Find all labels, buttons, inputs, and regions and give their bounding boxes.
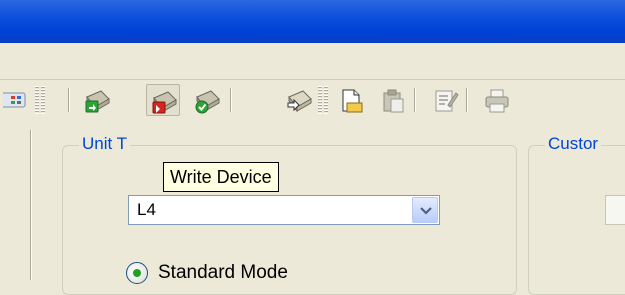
unit-type-select[interactable]: L4 — [128, 195, 440, 225]
write-device-icon[interactable] — [146, 84, 180, 116]
print-icon[interactable] — [480, 84, 514, 116]
standard-mode-radio[interactable] — [126, 262, 148, 284]
toolbar-grip[interactable] — [35, 86, 39, 114]
toolbar-separator — [68, 88, 70, 112]
window-title-bar[interactable] — [0, 0, 625, 43]
standard-mode-label: Standard Mode — [158, 262, 288, 283]
toolbar-separator — [230, 88, 232, 112]
toolbar-separator — [466, 88, 468, 112]
edit-file-icon[interactable] — [428, 84, 462, 116]
toolbar — [0, 80, 625, 120]
chevron-down-icon — [420, 207, 432, 215]
verify-device-icon[interactable] — [190, 84, 224, 116]
paste-file-icon[interactable] — [376, 84, 410, 116]
device-list-icon[interactable] — [0, 84, 26, 116]
menu-bar — [0, 43, 625, 79]
toolbar-grip[interactable] — [318, 86, 322, 114]
custom-field[interactable] — [605, 195, 625, 225]
copy-device-icon[interactable] — [282, 84, 316, 116]
toolbar-grip[interactable] — [41, 86, 45, 114]
new-file-icon[interactable] — [334, 84, 368, 116]
unit-type-legend: Unit T — [79, 134, 131, 154]
toolbar-grip[interactable] — [324, 86, 328, 114]
dropdown-button[interactable] — [412, 197, 438, 223]
read-device-icon[interactable] — [80, 84, 114, 116]
toolbar-separator — [414, 88, 416, 112]
custom-legend: Custor — [545, 134, 602, 154]
unit-type-value: L4 — [137, 200, 156, 219]
toolbar-overflow — [518, 86, 526, 114]
tooltip: Write Device — [163, 162, 279, 192]
pane-divider — [30, 130, 32, 280]
radio-selected-dot — [133, 269, 141, 277]
